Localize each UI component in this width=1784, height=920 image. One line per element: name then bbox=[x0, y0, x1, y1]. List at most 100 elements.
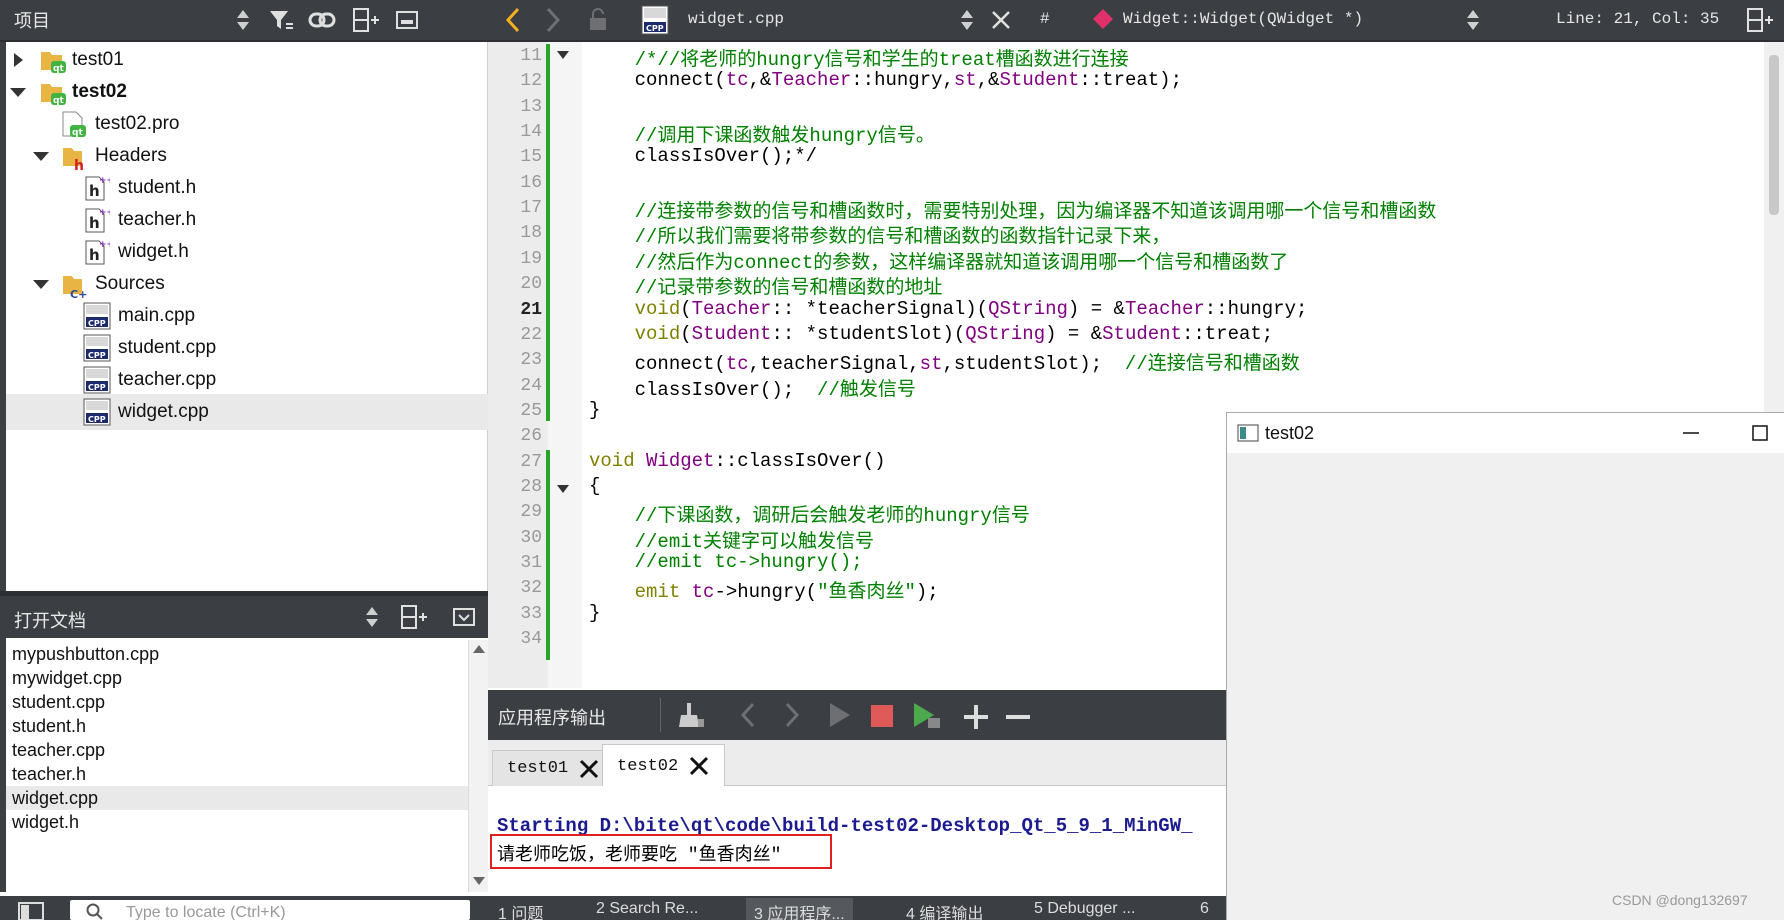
code-line[interactable]: } bbox=[589, 399, 600, 421]
tab-label: test01 bbox=[507, 759, 569, 778]
link-icon[interactable] bbox=[308, 10, 336, 30]
code-line[interactable]: void Widget::classIsOver() bbox=[589, 450, 885, 472]
bottom-tab-issues[interactable]: 1 问题 bbox=[498, 900, 543, 920]
cpp-file-icon: CPP bbox=[82, 301, 112, 331]
code-line[interactable]: emit tc->hungry("鱼香肉丝"); bbox=[589, 576, 939, 603]
panel-toggle-icon[interactable] bbox=[18, 902, 44, 920]
cursor-position[interactable]: Line: 21, Col: 35 bbox=[1556, 10, 1719, 28]
forward-arrow-icon[interactable] bbox=[544, 7, 562, 33]
sort-icon[interactable] bbox=[365, 606, 379, 628]
code-line[interactable]: //下课函数，调研后会触发老师的hungry信号 bbox=[589, 500, 1030, 527]
function-symbol-icon bbox=[1092, 8, 1114, 30]
line-number: 32 bbox=[520, 578, 542, 598]
symbol-dropdown-icon[interactable] bbox=[1466, 9, 1480, 31]
line-number: 21 bbox=[520, 300, 542, 320]
maximize-icon[interactable] bbox=[1751, 424, 1769, 442]
split-add-icon[interactable] bbox=[400, 604, 428, 630]
increase-font-icon[interactable] bbox=[964, 705, 988, 729]
close-panel-icon[interactable] bbox=[395, 8, 419, 32]
tree-item-widget-h[interactable]: h++ widget.h bbox=[6, 234, 488, 270]
tab-test02[interactable]: test02 bbox=[602, 744, 726, 787]
split-add-icon[interactable] bbox=[1746, 7, 1774, 33]
bottom-tab-compile-output[interactable]: 4 编译输出 bbox=[906, 900, 983, 920]
tree-item-test02-pro[interactable]: qt test02.pro bbox=[6, 106, 488, 142]
open-doc-item[interactable]: teacher.cpp bbox=[6, 738, 468, 762]
run-icon[interactable] bbox=[828, 702, 852, 728]
code-line[interactable]: } bbox=[589, 602, 600, 624]
prev-arrow-icon[interactable] bbox=[740, 702, 756, 728]
collapse-arrow-icon[interactable] bbox=[32, 150, 50, 162]
editor-scrollbar-thumb[interactable] bbox=[1769, 55, 1779, 215]
scroll-up-icon[interactable] bbox=[472, 644, 486, 654]
tree-item-test02[interactable]: qt test02 bbox=[6, 74, 488, 110]
code-line[interactable]: //连接带参数的信号和槽函数时，需要特别处理，因为编译器不知道该调用哪一个信号和… bbox=[589, 196, 1437, 223]
file-dropdown-icon[interactable] bbox=[960, 9, 974, 31]
bottom-tab-debugger[interactable]: 5 Debugger ... bbox=[1034, 900, 1135, 918]
sort-icon[interactable] bbox=[236, 9, 250, 31]
code-line[interactable]: //调用下课函数触发hungry信号。 bbox=[589, 120, 935, 147]
bottom-tab-more[interactable]: 6 bbox=[1200, 900, 1209, 918]
tree-item-teacher-cpp[interactable]: CPP teacher.cpp bbox=[6, 362, 488, 398]
code-line[interactable]: //emit tc->hungry(); bbox=[589, 551, 863, 573]
code-line[interactable]: connect(tc,&Teacher::hungry,st,&Student:… bbox=[589, 69, 1182, 91]
tree-item-widget-cpp[interactable]: CPP widget.cpp bbox=[6, 394, 488, 430]
tree-item-teacher-h[interactable]: h++ teacher.h bbox=[6, 202, 488, 238]
lock-icon[interactable] bbox=[586, 8, 610, 32]
next-arrow-icon[interactable] bbox=[784, 702, 800, 728]
open-doc-item[interactable]: widget.h bbox=[6, 810, 468, 834]
editor-filename[interactable]: widget.cpp bbox=[688, 10, 784, 28]
decrease-font-icon[interactable] bbox=[1006, 705, 1030, 729]
open-doc-item[interactable]: mypushbutton.cpp bbox=[6, 642, 468, 666]
tree-item-main-cpp[interactable]: CPP main.cpp bbox=[6, 298, 488, 334]
split-add-icon[interactable] bbox=[352, 7, 380, 33]
open-doc-item[interactable]: student.cpp bbox=[6, 690, 468, 714]
collapse-arrow-icon[interactable] bbox=[32, 278, 50, 290]
preprocessor-hash[interactable]: # bbox=[1040, 10, 1050, 28]
code-line[interactable]: void(Teacher:: *teacherSignal)(QString) … bbox=[589, 298, 1308, 320]
code-line[interactable]: connect(tc,teacherSignal,st,studentSlot)… bbox=[589, 348, 1300, 375]
tree-item-student-h[interactable]: h++ student.h bbox=[6, 170, 488, 206]
project-panel-title: 项目 bbox=[14, 11, 50, 31]
fold-arrow-icon[interactable] bbox=[556, 484, 570, 494]
tree-item-headers[interactable]: h Headers bbox=[6, 138, 488, 174]
code-line[interactable]: void(Student:: *studentSlot)(QString) = … bbox=[589, 323, 1274, 345]
app-window-titlebar[interactable]: test02 bbox=[1227, 413, 1784, 453]
close-tab-icon[interactable] bbox=[688, 755, 710, 777]
app-window-test02[interactable] bbox=[1226, 412, 1784, 920]
clear-output-icon[interactable] bbox=[678, 701, 706, 729]
scroll-down-icon[interactable] bbox=[472, 876, 486, 886]
tab-test01[interactable]: test01 bbox=[492, 750, 616, 786]
code-line[interactable]: //所以我们需要将带参数的信号和槽函数的函数指针记录下来， bbox=[589, 221, 1171, 248]
code-line[interactable]: //然后作为connect的参数，这样编译器就知道该调用哪一个信号和槽函数了 bbox=[589, 247, 1289, 274]
expand-arrow-icon[interactable] bbox=[12, 52, 24, 68]
fold-arrow-icon[interactable] bbox=[556, 50, 570, 60]
tree-item-student-cpp[interactable]: CPP student.cpp bbox=[6, 330, 488, 366]
minimize-icon[interactable] bbox=[1681, 424, 1701, 442]
open-doc-item[interactable]: student.h bbox=[6, 714, 468, 738]
bottom-tab-search-results[interactable]: 2 Search Re... bbox=[596, 900, 698, 918]
code-line[interactable]: classIsOver(); //触发信号 bbox=[589, 374, 916, 401]
bottom-tab-app-output[interactable]: 3 应用程序... bbox=[746, 898, 853, 920]
locator-input[interactable]: Type to locate (Ctrl+K) bbox=[70, 900, 470, 920]
collapse-arrow-icon[interactable] bbox=[9, 86, 27, 98]
open-docs-scrollbar[interactable] bbox=[468, 640, 488, 892]
close-tab-icon[interactable] bbox=[578, 758, 600, 780]
stop-icon[interactable] bbox=[870, 704, 894, 728]
open-doc-item[interactable]: teacher.h bbox=[6, 762, 468, 786]
code-line[interactable]: classIsOver();*/ bbox=[589, 145, 817, 167]
rerun-icon[interactable] bbox=[912, 702, 942, 730]
current-symbol[interactable]: Widget::Widget(QWidget *) bbox=[1123, 10, 1363, 28]
code-line[interactable]: //emit关键字可以触发信号 bbox=[589, 526, 874, 553]
close-panel-icon[interactable] bbox=[452, 605, 476, 629]
close-file-icon[interactable] bbox=[990, 9, 1012, 31]
tree-item-sources[interactable]: C+ Sources bbox=[6, 266, 488, 302]
filter-icon[interactable] bbox=[268, 8, 294, 32]
code-line[interactable]: { bbox=[589, 475, 600, 497]
tree-item-test01[interactable]: qt test01 bbox=[6, 42, 488, 78]
open-doc-item[interactable]: mywidget.cpp bbox=[6, 666, 468, 690]
back-arrow-icon[interactable] bbox=[504, 7, 522, 33]
code-line[interactable]: //记录带参数的信号和槽函数的地址 bbox=[589, 272, 943, 299]
line-number: 28 bbox=[520, 477, 542, 497]
open-doc-item[interactable]: widget.cpp bbox=[6, 786, 468, 810]
code-line[interactable]: /*//将老师的hungry信号和学生的treat槽函数进行连接 bbox=[589, 44, 1129, 71]
